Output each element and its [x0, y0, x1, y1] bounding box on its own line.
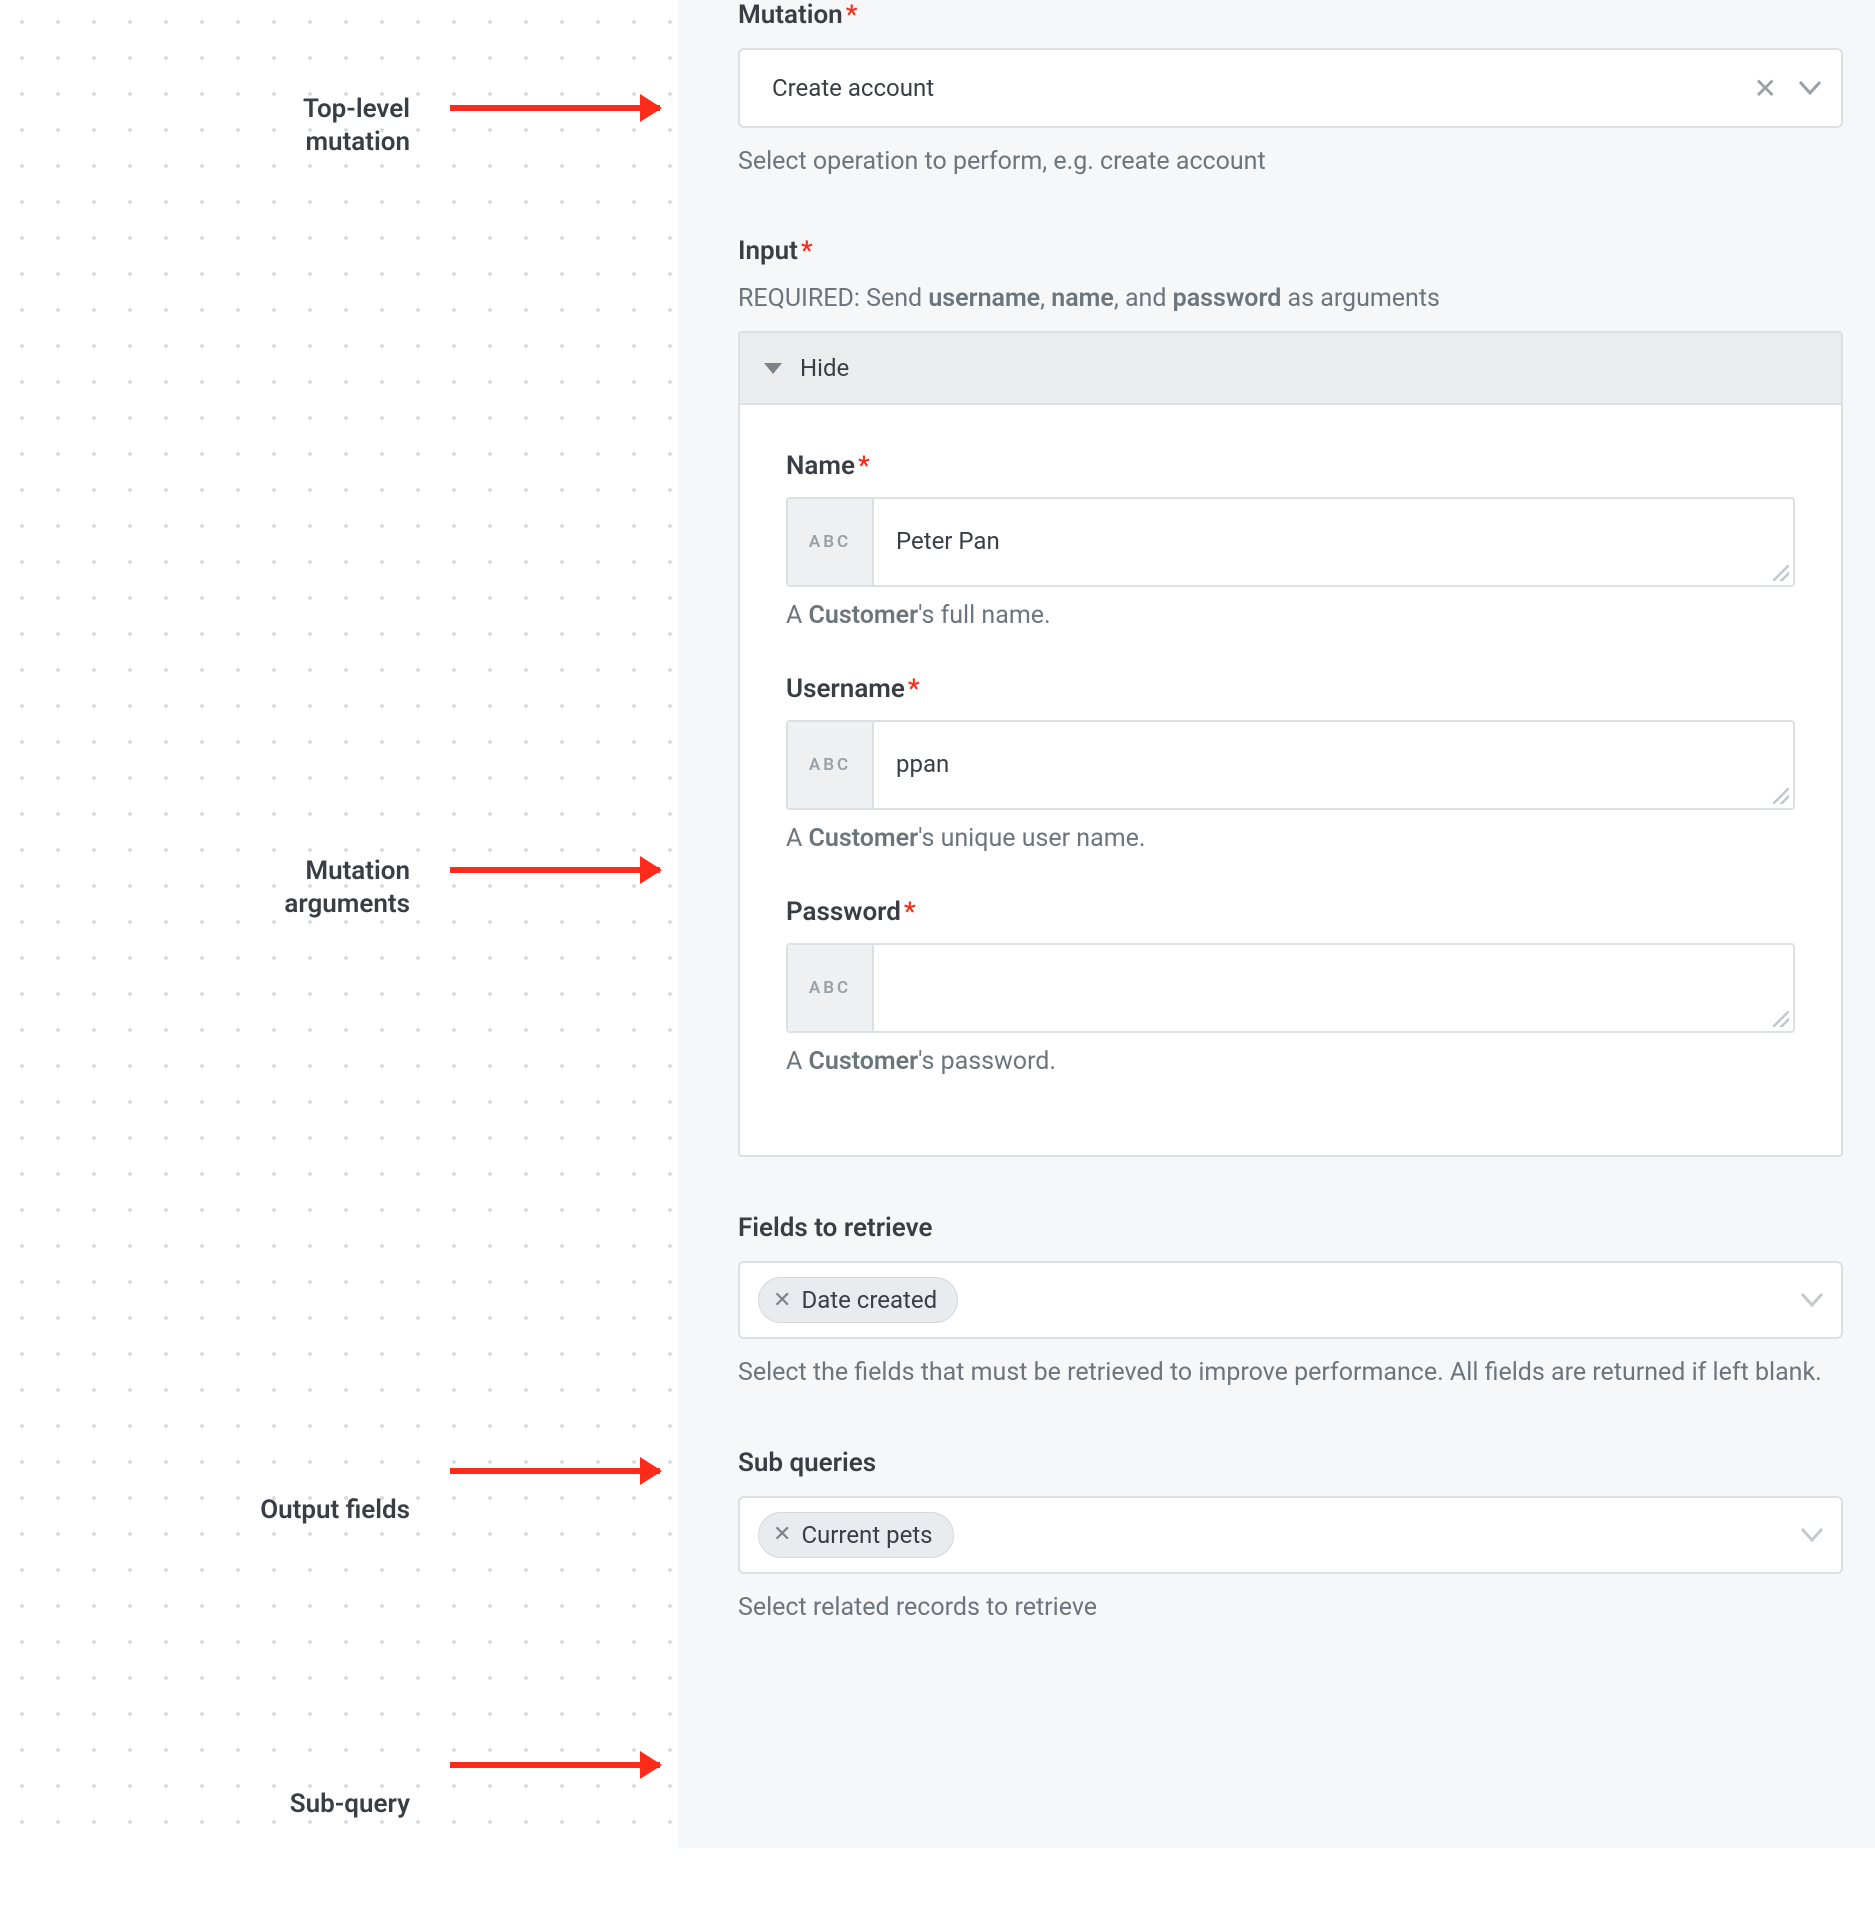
name-hint: A Customer's full name.	[786, 601, 1795, 630]
input-label: Input*	[738, 236, 1843, 266]
input-panel-toggle-label: Hide	[800, 354, 849, 382]
subquery-pill-current-pets[interactable]: ✕ Current pets	[758, 1512, 954, 1558]
username-label: Username*	[786, 674, 1795, 704]
caret-down-icon[interactable]	[1799, 81, 1821, 95]
name-label: Name*	[786, 451, 1795, 481]
annotation-output-fields: Output fields	[0, 1449, 678, 1635]
input-arguments-panel: Hide Name* ABC A Customer's full	[738, 331, 1843, 1157]
input-section: Input* REQUIRED: Send username, name, an…	[738, 236, 1843, 1157]
field-pill-date-created[interactable]: ✕ Date created	[758, 1277, 958, 1323]
sub-queries-select[interactable]: ✕ Current pets	[738, 1496, 1843, 1574]
caret-down-icon	[764, 363, 782, 374]
input-required-hint: REQUIRED: Send username, name, and passw…	[738, 284, 1843, 313]
password-label: Password*	[786, 897, 1795, 927]
form-panel: Mutation* Create account ✕ Select operat…	[678, 0, 1875, 1848]
mutation-section: Mutation* Create account ✕ Select operat…	[738, 0, 1843, 180]
clear-icon[interactable]: ✕	[773, 1522, 791, 1547]
fields-to-retrieve-section: Fields to retrieve ✕ Date created Select…	[738, 1213, 1843, 1391]
mutation-select-value: Create account	[772, 74, 1754, 102]
type-chip-string: ABC	[788, 722, 874, 808]
resize-handle-icon[interactable]	[1773, 788, 1789, 804]
name-field: Name* ABC A Customer's full name.	[786, 451, 1795, 630]
username-hint: A Customer's unique user name.	[786, 824, 1795, 853]
mutation-hint: Select operation to perform, e.g. create…	[738, 144, 1843, 180]
clear-icon[interactable]: ✕	[1754, 72, 1777, 105]
sub-queries-label: Sub queries	[738, 1448, 1843, 1478]
annotation-top-level-mutation: Top-level mutation	[0, 48, 678, 266]
clear-icon[interactable]: ✕	[773, 1288, 791, 1313]
annotation-mutation-arguments: Mutation arguments	[0, 810, 678, 1028]
type-chip-string: ABC	[788, 945, 874, 1031]
resize-handle-icon[interactable]	[1773, 1011, 1789, 1027]
resize-handle-icon[interactable]	[1773, 565, 1789, 581]
fields-to-retrieve-hint: Select the fields that must be retrieved…	[738, 1355, 1843, 1391]
caret-down-icon[interactable]	[1801, 1528, 1823, 1542]
password-input[interactable]	[874, 945, 1793, 1031]
mutation-label: Mutation*	[738, 0, 1843, 30]
username-field: Username* ABC A Customer's unique user n…	[786, 674, 1795, 853]
fields-to-retrieve-label: Fields to retrieve	[738, 1213, 1843, 1243]
sub-queries-section: Sub queries ✕ Current pets Select relate…	[738, 1448, 1843, 1626]
username-input[interactable]	[874, 722, 1793, 808]
input-panel-toggle[interactable]: Hide	[740, 333, 1841, 405]
password-hint: A Customer's password.	[786, 1047, 1795, 1076]
annotation-sub-query: Sub-query	[0, 1743, 678, 1929]
fields-to-retrieve-select[interactable]: ✕ Date created	[738, 1261, 1843, 1339]
password-field: Password* ABC A Customer's password.	[786, 897, 1795, 1076]
caret-down-icon[interactable]	[1801, 1293, 1823, 1307]
annotation-gutter: Top-level mutation Mutation arguments Ou…	[0, 0, 678, 1848]
mutation-select[interactable]: Create account ✕	[738, 48, 1843, 128]
sub-queries-hint: Select related records to retrieve	[738, 1590, 1843, 1626]
type-chip-string: ABC	[788, 499, 874, 585]
name-input[interactable]	[874, 499, 1793, 585]
